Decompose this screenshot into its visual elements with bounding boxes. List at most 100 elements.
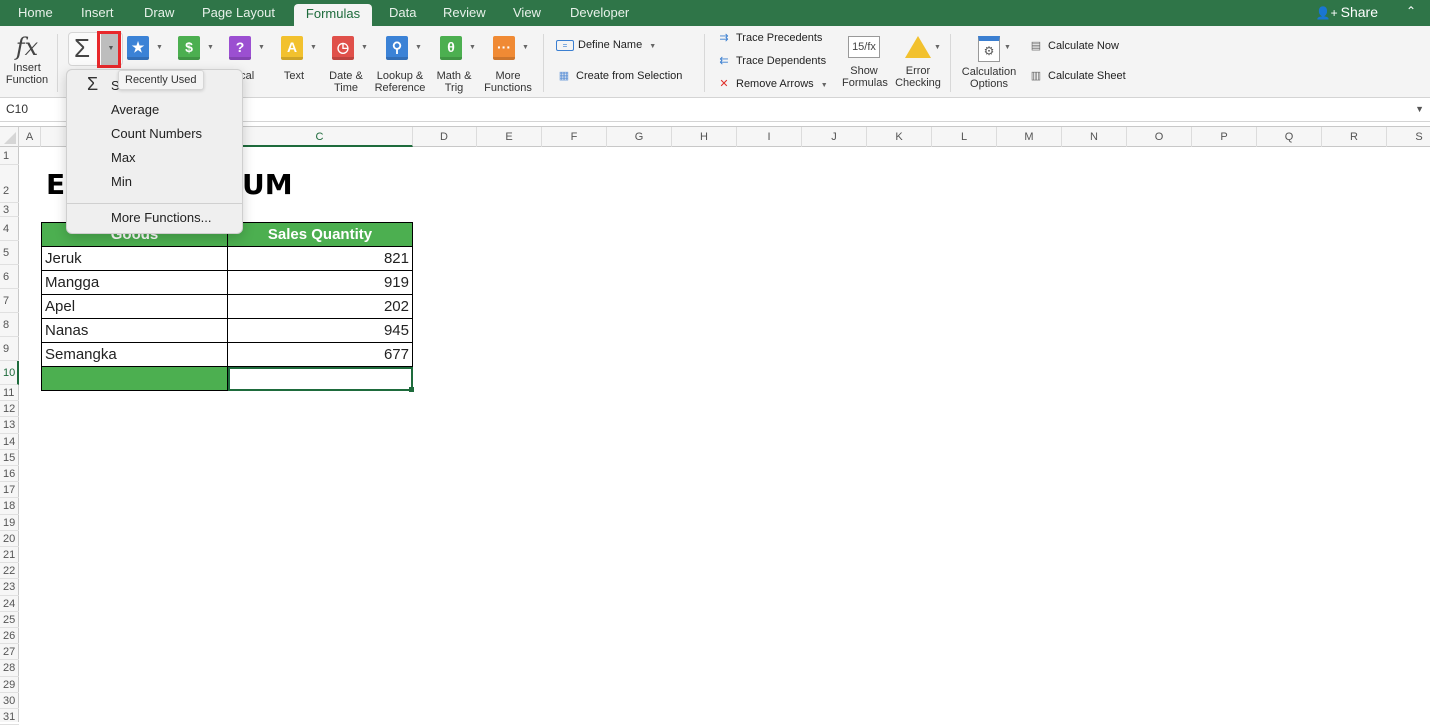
qty-cell[interactable]: 202 xyxy=(227,294,413,319)
formula-bar-expand-icon[interactable]: ▼ xyxy=(1415,104,1424,114)
column-header-k[interactable]: K xyxy=(867,127,932,147)
column-header-s[interactable]: S xyxy=(1387,127,1430,147)
column-header-a[interactable]: A xyxy=(19,127,41,147)
row-header-31[interactable]: 31 xyxy=(0,709,19,725)
row-header-1[interactable]: 1 xyxy=(0,147,19,165)
goods-cell[interactable]: Mangga xyxy=(41,270,228,295)
trace-precedents-button[interactable]: ⇉ Trace Precedents xyxy=(716,31,822,44)
tab-page-layout[interactable]: Page Layout xyxy=(194,0,283,26)
math-dropdown-icon[interactable]: ▼ xyxy=(469,44,476,51)
qty-cell[interactable]: 821 xyxy=(227,246,413,271)
trace-dependents-button[interactable]: ⇇ Trace Dependents xyxy=(716,54,826,67)
tab-view[interactable]: View xyxy=(505,0,549,26)
row-header-23[interactable]: 23 xyxy=(0,579,19,596)
column-header-e[interactable]: E xyxy=(477,127,542,147)
tab-formulas[interactable]: Formulas xyxy=(294,4,372,26)
column-header-f[interactable]: F xyxy=(542,127,607,147)
row-header-20[interactable]: 20 xyxy=(0,531,19,547)
goods-cell[interactable]: Semangka xyxy=(41,342,228,367)
date-time-dropdown-icon[interactable]: ▼ xyxy=(361,44,368,51)
qty-cell[interactable]: 945 xyxy=(227,318,413,343)
column-header-g[interactable]: G xyxy=(607,127,672,147)
row-header-27[interactable]: 27 xyxy=(0,644,19,661)
select-all-button[interactable] xyxy=(0,127,19,147)
menu-item-min[interactable]: Min xyxy=(111,174,132,189)
insert-function-button[interactable]: fx Insert Function xyxy=(4,32,50,86)
row-header-13[interactable]: 13 xyxy=(0,417,19,434)
row-header-28[interactable]: 28 xyxy=(0,660,19,677)
collapse-ribbon-icon[interactable]: ⌃ xyxy=(1406,4,1416,18)
goods-cell[interactable]: Apel xyxy=(41,294,228,319)
tab-draw[interactable]: Draw xyxy=(136,0,182,26)
column-header-j[interactable]: J xyxy=(802,127,867,147)
column-header-i[interactable]: I xyxy=(737,127,802,147)
row-header-21[interactable]: 21 xyxy=(0,547,19,564)
menu-item-count-numbers[interactable]: Count Numbers xyxy=(111,126,202,141)
financial-icon[interactable]: $ xyxy=(178,36,200,60)
lookup-dropdown-icon[interactable]: ▼ xyxy=(415,44,422,51)
qty-cell[interactable]: 919 xyxy=(227,270,413,295)
row-header-16[interactable]: 16 xyxy=(0,466,19,483)
menu-item-max[interactable]: Max xyxy=(111,150,136,165)
row-header-17[interactable]: 17 xyxy=(0,482,19,499)
logical-dropdown-icon[interactable]: ▼ xyxy=(258,44,265,51)
create-from-selection-button[interactable]: ▦ Create from Selection xyxy=(556,69,683,82)
qty-header[interactable]: Sales Quantity xyxy=(227,222,413,247)
more-functions-dropdown-icon[interactable]: ▼ xyxy=(522,44,529,51)
column-header-m[interactable]: M xyxy=(997,127,1062,147)
row-header-12[interactable]: 12 xyxy=(0,401,19,418)
date-time-clock-icon[interactable]: ◷ xyxy=(332,36,354,60)
column-header-n[interactable]: N xyxy=(1062,127,1127,147)
row-header-24[interactable]: 24 xyxy=(0,596,19,612)
row-header-4[interactable]: 4 xyxy=(0,217,19,241)
row-header-19[interactable]: 19 xyxy=(0,515,19,531)
row-header-10[interactable]: 10 xyxy=(0,361,19,385)
logical-icon[interactable]: ? xyxy=(229,36,251,60)
menu-item-average[interactable]: Average xyxy=(111,102,159,117)
row-header-26[interactable]: 26 xyxy=(0,628,19,645)
more-functions-icon[interactable]: ··· xyxy=(493,36,515,60)
row-header-6[interactable]: 6 xyxy=(0,265,19,289)
calculate-sheet-button[interactable]: ▥ Calculate Sheet xyxy=(1028,69,1126,82)
column-header-h[interactable]: H xyxy=(672,127,737,147)
text-functions-icon[interactable]: A xyxy=(281,36,303,60)
tab-insert[interactable]: Insert xyxy=(73,0,122,26)
tab-home[interactable]: Home xyxy=(10,0,61,26)
calculate-now-button[interactable]: ▤ Calculate Now xyxy=(1028,39,1119,52)
row-header-5[interactable]: 5 xyxy=(0,241,19,265)
row-header-25[interactable]: 25 xyxy=(0,612,19,628)
financial-dropdown-icon[interactable]: ▼ xyxy=(207,44,214,51)
row-header-18[interactable]: 18 xyxy=(0,498,19,515)
remove-arrows-button[interactable]: ✕ Remove Arrows ▼ xyxy=(716,77,827,90)
goods-cell[interactable]: Jeruk xyxy=(41,246,228,271)
menu-item-more-functions[interactable]: More Functions... xyxy=(111,210,211,225)
lookup-magnifier-icon[interactable]: ⚲ xyxy=(386,36,408,60)
text-dropdown-icon[interactable]: ▼ xyxy=(310,44,317,51)
calc-options-dropdown-icon[interactable]: ▼ xyxy=(1004,44,1011,51)
total-label-cell[interactable] xyxy=(41,366,228,391)
tab-review[interactable]: Review xyxy=(435,0,494,26)
row-header-15[interactable]: 15 xyxy=(0,450,19,466)
row-header-7[interactable]: 7 xyxy=(0,289,19,313)
row-header-3[interactable]: 3 xyxy=(0,203,19,217)
row-header-8[interactable]: 8 xyxy=(0,313,19,337)
recently-used-star-icon[interactable]: ★ xyxy=(127,36,149,60)
recently-used-dropdown-icon[interactable]: ▼ xyxy=(156,44,163,51)
column-header-l[interactable]: L xyxy=(932,127,997,147)
row-header-2[interactable]: 2 xyxy=(0,165,19,203)
row-header-14[interactable]: 14 xyxy=(0,434,19,450)
define-name-button[interactable]: = Define Name ▼ xyxy=(556,39,656,51)
column-header-r[interactable]: R xyxy=(1322,127,1387,147)
row-header-9[interactable]: 9 xyxy=(0,337,19,361)
row-header-30[interactable]: 30 xyxy=(0,693,19,709)
column-header-d[interactable]: D xyxy=(412,127,477,147)
row-header-29[interactable]: 29 xyxy=(0,677,19,693)
row-header-11[interactable]: 11 xyxy=(0,385,19,402)
row-header-22[interactable]: 22 xyxy=(0,563,19,580)
active-cell-c10[interactable] xyxy=(227,366,413,391)
error-checking-dropdown-icon[interactable]: ▼ xyxy=(934,44,941,51)
math-trig-theta-icon[interactable]: θ xyxy=(440,36,462,60)
goods-cell[interactable]: Nanas xyxy=(41,318,228,343)
share-button[interactable]: 👤+ Share xyxy=(1316,0,1378,26)
column-header-o[interactable]: O xyxy=(1127,127,1192,147)
